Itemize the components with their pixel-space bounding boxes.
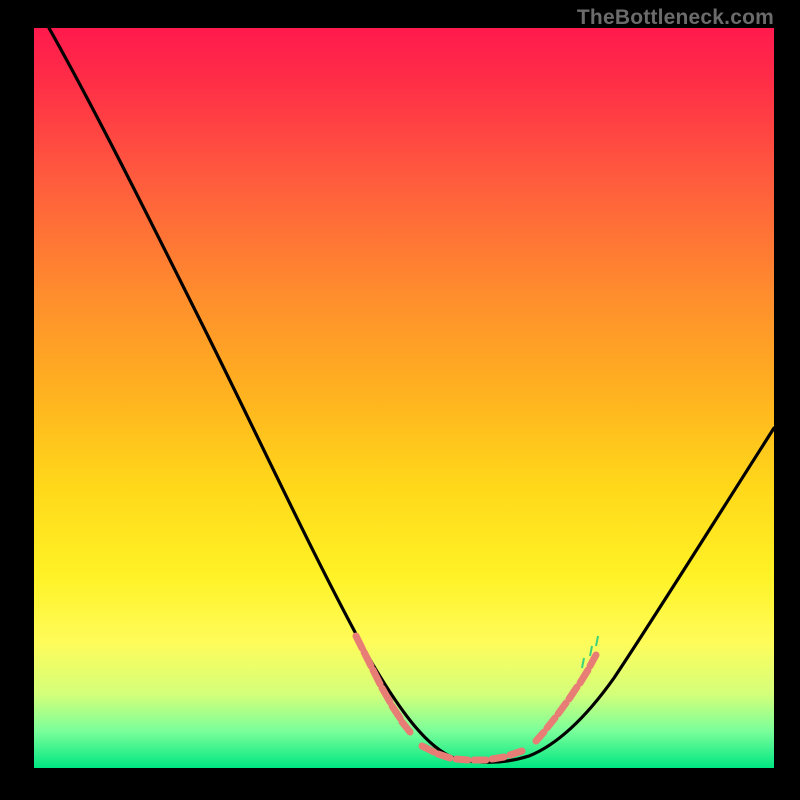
bottleneck-curve — [49, 28, 774, 762]
dash-cluster-right — [536, 655, 596, 741]
chart-curve-layer — [34, 28, 774, 768]
dash-cluster-left — [356, 636, 410, 732]
watermark-text: TheBottleneck.com — [577, 6, 774, 30]
chart-frame: TheBottleneck.com — [0, 0, 800, 800]
